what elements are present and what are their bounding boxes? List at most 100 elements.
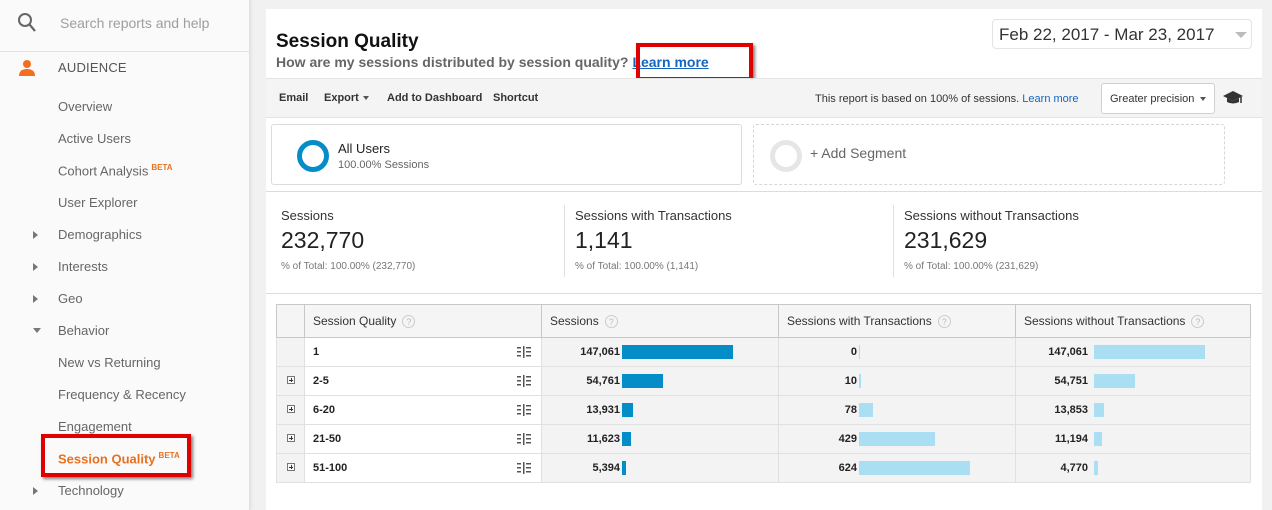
secondary-dimension-icon[interactable] (517, 462, 531, 474)
nav-label: New vs Returning (58, 355, 161, 370)
dimension-cell: 51-100 (304, 453, 542, 483)
without-transactions-bar (1094, 345, 1205, 359)
without-transactions-value: 54,751 (1054, 375, 1088, 387)
sidebar-item-user-explorer[interactable]: User Explorer (58, 195, 137, 210)
header-sessions[interactable]: Sessions? (541, 304, 779, 338)
header-sessions-with-transactions[interactable]: Sessions with Transactions? (778, 304, 1016, 338)
secondary-dimension-icon[interactable] (517, 375, 531, 387)
expand-plus-icon[interactable] (286, 376, 295, 384)
segment-pct: 100.00% Sessions (338, 159, 430, 171)
scorecard-value: 231,629 (904, 227, 988, 253)
segment-ring-icon (297, 140, 329, 172)
sidebar-item-technology[interactable]: Technology (58, 483, 124, 498)
email-button[interactable]: Email (279, 92, 308, 104)
nav-label: Frequency & Recency (58, 387, 186, 402)
secondary-dimension-icon[interactable] (517, 433, 531, 445)
chevron-down-icon (1235, 32, 1247, 38)
caret-right-icon[interactable] (33, 231, 38, 239)
header-expand-col (276, 304, 305, 338)
export-button[interactable]: Export (324, 92, 369, 104)
secondary-dimension-icon[interactable] (517, 346, 531, 358)
audience-section[interactable]: AUDIENCE (0, 52, 249, 82)
search-bar[interactable]: Search reports and help (0, 0, 249, 52)
sessions-bar (622, 461, 626, 475)
expand-cell[interactable] (276, 453, 305, 483)
audience-label: AUDIENCE (58, 60, 127, 75)
precision-dropdown[interactable]: Greater precision (1101, 83, 1215, 114)
caret-right-icon[interactable] (33, 263, 38, 271)
with-transactions-value: 429 (838, 433, 857, 445)
sidebar-item-engagement[interactable]: Engagement (58, 419, 132, 434)
sessions-bar (622, 374, 663, 388)
sessions-cell: 147,061 (541, 337, 779, 367)
dimension-value[interactable]: 1 (313, 346, 319, 358)
expand-cell (276, 337, 305, 367)
expand-cell[interactable] (276, 424, 305, 454)
expand-cell[interactable] (276, 366, 305, 396)
annotation-highlight-box (41, 434, 191, 477)
page-title: Session Quality (276, 31, 419, 52)
sampling-learn-more-link[interactable]: Learn more (1022, 93, 1078, 105)
with-transactions-value: 10 (844, 375, 857, 387)
graduation-cap-icon[interactable] (1222, 90, 1244, 106)
table-row: 1 147,061 0 147,061 (276, 337, 1251, 367)
precision-value: Greater precision (1110, 93, 1195, 105)
header-sessions-without-transactions[interactable]: Sessions without Transactions? (1015, 304, 1251, 338)
without-transactions-value: 13,853 (1054, 404, 1088, 416)
with-transactions-cell: 624 (778, 453, 1016, 483)
sidebar-item-overview[interactable]: Overview (58, 99, 112, 114)
table-row: 21-50 11,623 429 11,194 (276, 424, 1251, 454)
without-transactions-bar (1094, 403, 1104, 417)
expand-plus-icon[interactable] (286, 434, 295, 442)
sidebar-item-cohort-analysis[interactable]: Cohort Analysis BETA (58, 163, 173, 178)
help-icon[interactable]: ? (604, 315, 618, 329)
add-segment-button[interactable]: + Add Segment (753, 124, 1225, 185)
add-to-dashboard-button[interactable]: Add to Dashboard (387, 92, 482, 104)
expand-plus-icon[interactable] (286, 405, 295, 413)
segment-bar: All Users 100.00% Sessions + Add Segment (266, 119, 1262, 192)
nav-label: Behavior (58, 323, 110, 338)
sidebar-item-new-vs-returning[interactable]: New vs Returning (58, 355, 161, 370)
scorecards: Sessions 232,770 % of Total: 100.00% (23… (266, 193, 1262, 294)
sidebar-item-interests[interactable]: Interests (58, 259, 108, 274)
help-icon[interactable]: ? (937, 315, 951, 329)
without-transactions-value: 147,061 (1048, 346, 1088, 358)
expand-cell[interactable] (276, 395, 305, 425)
dimension-value[interactable]: 2-5 (313, 375, 329, 387)
scorecard-label: Sessions without Transactions (904, 208, 1079, 223)
scorecard-total: % of Total: 100.00% (232,770) (281, 261, 416, 272)
search-input[interactable]: Search reports and help (60, 15, 209, 31)
without-transactions-bar (1094, 432, 1102, 446)
dimension-value[interactable]: 21-50 (313, 433, 341, 445)
help-icon[interactable]: ? (402, 315, 416, 329)
help-icon[interactable]: ? (1191, 315, 1205, 329)
segment-all-users[interactable]: All Users 100.00% Sessions (271, 124, 742, 185)
sidebar-item-behavior[interactable]: Behavior (58, 323, 109, 338)
sessions-bar (622, 403, 633, 417)
caret-down-icon[interactable] (33, 328, 41, 333)
date-range-picker[interactable]: Feb 22, 2017 - Mar 23, 2017 (992, 19, 1252, 49)
with-transactions-bar (859, 345, 860, 359)
sidebar-item-frequency-recency[interactable]: Frequency & Recency (58, 387, 186, 402)
chevron-down-icon (362, 96, 369, 101)
sidebar-item-demographics[interactable]: Demographics (58, 227, 142, 242)
sessions-value: 5,394 (592, 462, 620, 474)
sessions-value: 11,623 (586, 433, 620, 445)
dimension-cell: 2-5 (304, 366, 542, 396)
sampling-notice: This report is based on 100% of sessions… (815, 93, 1079, 105)
dimension-value[interactable]: 6-20 (313, 404, 335, 416)
secondary-dimension-icon[interactable] (517, 404, 531, 416)
caret-right-icon[interactable] (33, 487, 38, 495)
dimension-value[interactable]: 51-100 (313, 462, 347, 474)
expand-plus-icon[interactable] (286, 463, 295, 471)
shortcut-button[interactable]: Shortcut (493, 92, 538, 104)
search-icon (18, 13, 36, 32)
date-range-text: Feb 22, 2017 - Mar 23, 2017 (999, 25, 1215, 44)
sidebar-item-active-users[interactable]: Active Users (58, 131, 131, 146)
caret-right-icon[interactable] (33, 295, 38, 303)
sidebar-item-geo[interactable]: Geo (58, 291, 83, 306)
header-session-quality[interactable]: Session Quality? (304, 304, 542, 338)
sessions-cell: 13,931 (541, 395, 779, 425)
sessions-bar (622, 432, 631, 446)
header-label: Sessions (550, 313, 599, 328)
